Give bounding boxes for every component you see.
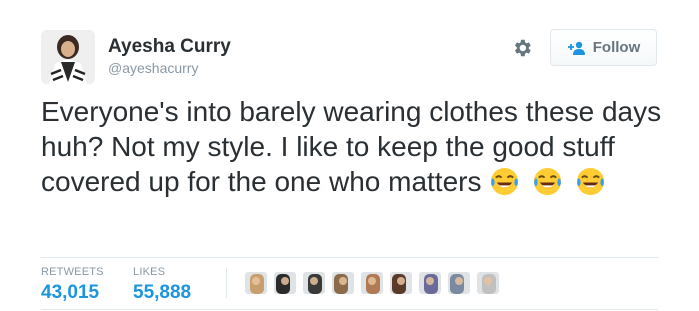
liker-avatar[interactable] <box>361 272 383 294</box>
liker-avatar[interactable] <box>245 272 267 294</box>
tears-of-joy-emoji-icon <box>575 166 606 197</box>
author-handle[interactable]: @ayeshacurry <box>108 60 198 76</box>
retweets-count[interactable]: 43,015 <box>41 282 104 304</box>
liker-avatar[interactable] <box>390 272 412 294</box>
retweets-stat[interactable]: RETWEETS 43,015 <box>41 266 104 304</box>
follow-button[interactable]: Follow <box>550 29 657 66</box>
tears-of-joy-emoji-icon <box>489 166 520 197</box>
likes-label: LIKES <box>133 266 166 278</box>
liker-avatar[interactable] <box>303 272 325 294</box>
avatar[interactable] <box>41 30 95 84</box>
tweet-text: Everyone's into barely wearing clothes t… <box>41 94 666 205</box>
likers-avatars <box>245 272 506 294</box>
divider <box>41 309 658 310</box>
likes-count[interactable]: 55,888 <box>133 282 191 304</box>
add-user-icon <box>567 41 585 55</box>
follow-label: Follow <box>592 39 641 56</box>
avatar-image <box>41 30 95 84</box>
emoji-group <box>489 166 610 205</box>
liker-avatar[interactable] <box>419 272 441 294</box>
liker-avatar[interactable] <box>274 272 296 294</box>
tears-of-joy-emoji-icon <box>532 166 563 197</box>
gear-icon[interactable] <box>511 37 533 59</box>
divider <box>41 257 658 258</box>
liker-avatar[interactable] <box>332 272 354 294</box>
liker-avatar[interactable] <box>448 272 470 294</box>
liker-avatar[interactable] <box>477 272 499 294</box>
author-name[interactable]: Ayesha Curry <box>108 36 231 58</box>
likes-stat[interactable]: LIKES 55,888 <box>133 266 191 304</box>
retweets-label: RETWEETS <box>41 266 104 278</box>
stats-separator <box>226 268 227 298</box>
